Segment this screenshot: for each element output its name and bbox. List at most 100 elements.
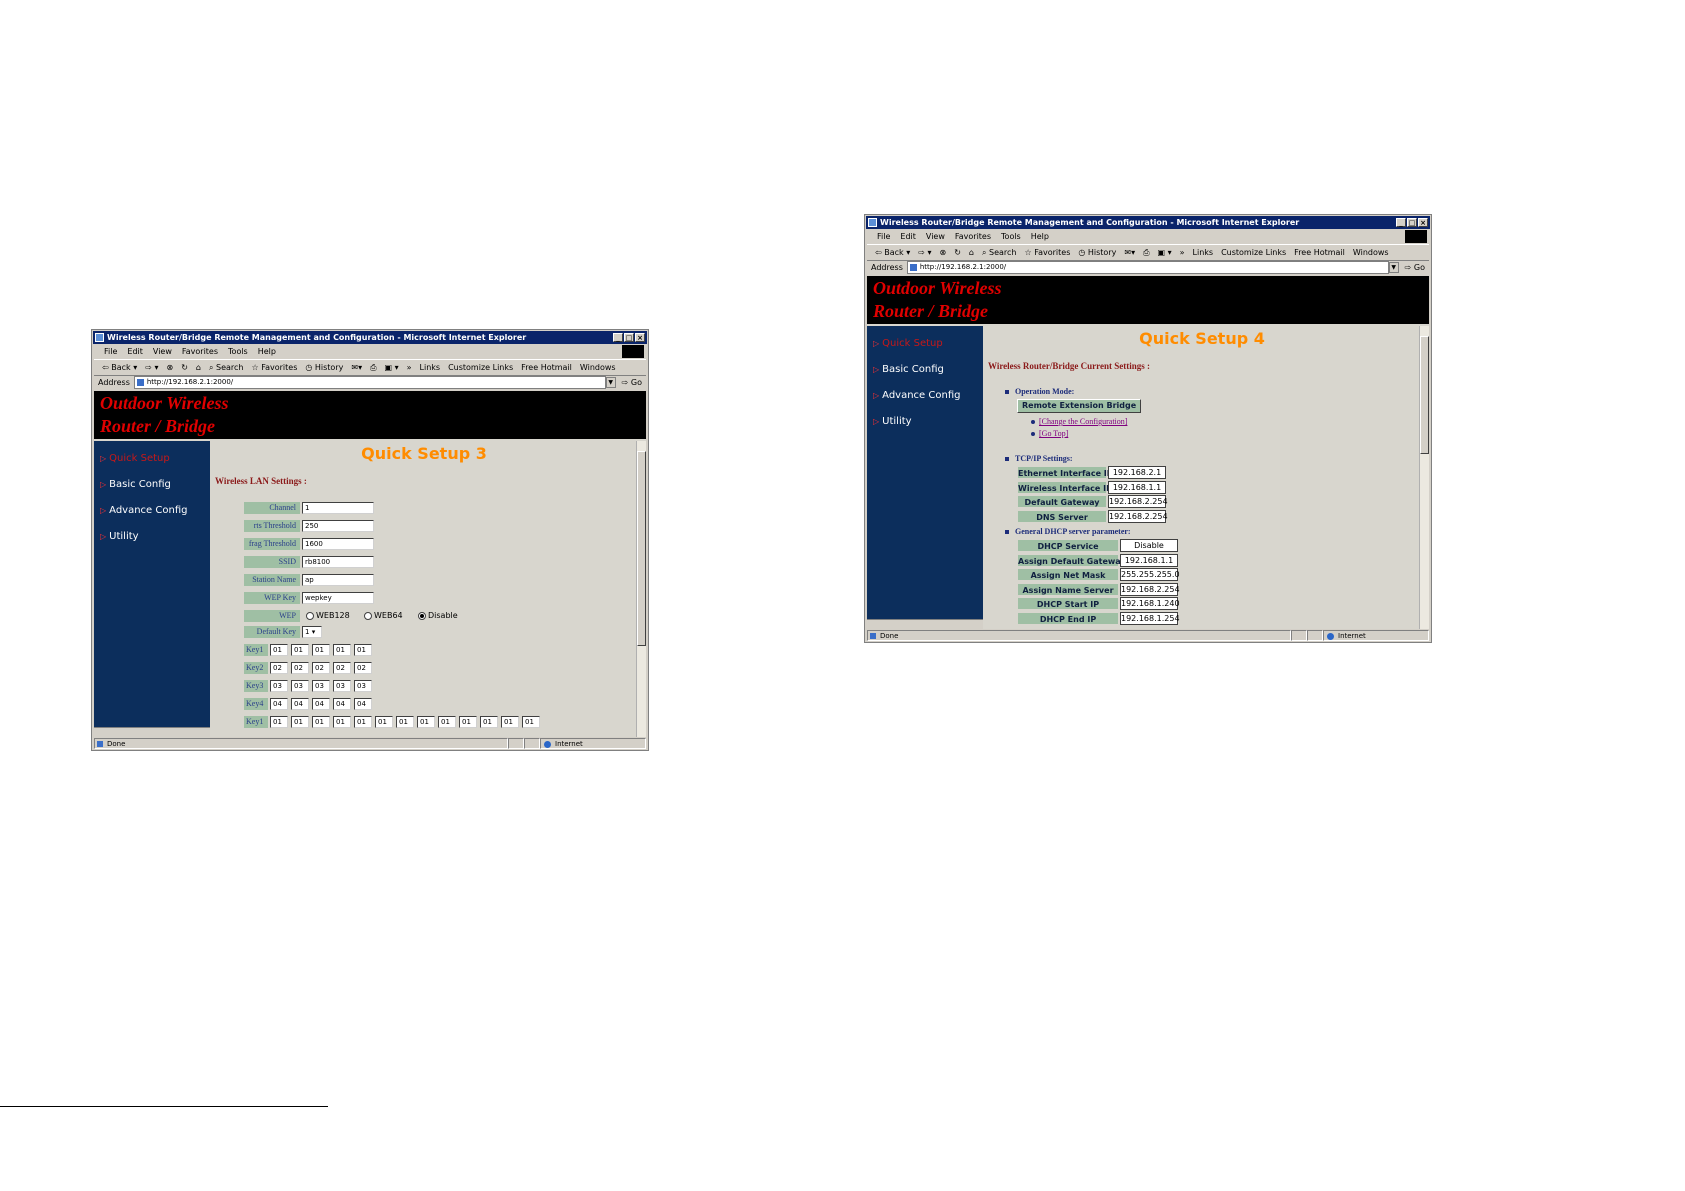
- vertical-scrollbar[interactable]: [1419, 326, 1429, 629]
- nav-utility[interactable]: ▷ Utility: [873, 416, 912, 427]
- refresh-icon[interactable]: ↻: [181, 363, 188, 372]
- key3-byte-input[interactable]: 03: [270, 680, 288, 692]
- favorites-button[interactable]: ☆ Favorites: [1025, 248, 1071, 257]
- station-name-input[interactable]: ap: [302, 574, 374, 586]
- key1-long-byte-input[interactable]: 01: [291, 716, 309, 728]
- back-button[interactable]: ⇦ Back ▾: [102, 363, 137, 372]
- link-windows[interactable]: Windows: [1353, 248, 1389, 257]
- key2-byte-input[interactable]: 02: [312, 662, 330, 674]
- close-icon[interactable]: ×: [635, 333, 645, 342]
- key1-long-byte-input[interactable]: 01: [501, 716, 519, 728]
- address-input[interactable]: http://192.168.2.1:2000/: [133, 375, 606, 389]
- maximize-icon[interactable]: □: [1407, 218, 1417, 227]
- stop-icon[interactable]: ⊗: [167, 363, 174, 372]
- radio-web64[interactable]: WEB64: [364, 611, 403, 620]
- back-button[interactable]: ⇦ Back ▾: [875, 248, 910, 257]
- key4-byte-input[interactable]: 04: [333, 698, 351, 710]
- menu-view[interactable]: View: [926, 232, 945, 241]
- channel-input[interactable]: 1: [302, 502, 374, 514]
- wep-key-input[interactable]: wepkey: [302, 592, 374, 604]
- mail-icon[interactable]: ✉▾: [1124, 248, 1135, 257]
- key1-byte-input[interactable]: 01: [291, 644, 309, 656]
- key1-long-byte-input[interactable]: 01: [396, 716, 414, 728]
- search-button[interactable]: ⌕ Search: [982, 248, 1017, 258]
- key2-byte-input[interactable]: 02: [270, 662, 288, 674]
- history-button[interactable]: ◷ History: [305, 363, 343, 372]
- print-icon[interactable]: ⎙: [370, 363, 376, 373]
- search-button[interactable]: ⌕ Search: [209, 363, 244, 373]
- nav-advance-config[interactable]: ▷ Advance Config: [100, 505, 187, 516]
- rts-threshold-input[interactable]: 250: [302, 520, 374, 532]
- chevron-more-icon[interactable]: »: [1180, 248, 1185, 257]
- key2-byte-input[interactable]: 02: [333, 662, 351, 674]
- key1-long-byte-input[interactable]: 01: [480, 716, 498, 728]
- menu-tools[interactable]: Tools: [228, 347, 248, 356]
- mail-icon[interactable]: ✉▾: [351, 363, 362, 372]
- menu-edit[interactable]: Edit: [900, 232, 916, 241]
- stop-icon[interactable]: ⊗: [940, 248, 947, 257]
- key2-byte-input[interactable]: 02: [354, 662, 372, 674]
- edit-icon[interactable]: ▣ ▾: [384, 363, 398, 372]
- nav-advance-config[interactable]: ▷ Advance Config: [873, 390, 960, 401]
- nav-utility[interactable]: ▷ Utility: [100, 531, 139, 542]
- key3-byte-input[interactable]: 03: [312, 680, 330, 692]
- key1-long-byte-input[interactable]: 01: [417, 716, 435, 728]
- key1-long-byte-input[interactable]: 01: [270, 716, 288, 728]
- frag-threshold-input[interactable]: 1600: [302, 538, 374, 550]
- address-dropdown-icon[interactable]: ▼: [605, 376, 616, 388]
- menu-file[interactable]: File: [104, 347, 117, 356]
- close-icon[interactable]: ×: [1418, 218, 1428, 227]
- edit-icon[interactable]: ▣ ▾: [1157, 248, 1171, 257]
- nav-quick-setup[interactable]: ▷ Quick Setup: [873, 338, 943, 349]
- key1-long-byte-input[interactable]: 01: [375, 716, 393, 728]
- menu-help[interactable]: Help: [258, 347, 276, 356]
- nav-quick-setup[interactable]: ▷ Quick Setup: [100, 453, 170, 464]
- home-icon[interactable]: ⌂: [196, 363, 201, 372]
- menu-view[interactable]: View: [153, 347, 172, 356]
- ssid-input[interactable]: rb8100: [302, 556, 374, 568]
- go-button[interactable]: ⇨ Go: [622, 378, 642, 387]
- menu-favorites[interactable]: Favorites: [182, 347, 218, 356]
- minimize-icon[interactable]: _: [613, 333, 623, 342]
- minimize-icon[interactable]: _: [1396, 218, 1406, 227]
- address-dropdown-icon[interactable]: ▼: [1388, 261, 1399, 273]
- maximize-icon[interactable]: □: [624, 333, 634, 342]
- nav-basic-config[interactable]: ▷ Basic Config: [100, 479, 171, 490]
- key1-long-byte-input[interactable]: 01: [522, 716, 540, 728]
- key3-byte-input[interactable]: 03: [354, 680, 372, 692]
- key1-long-byte-input[interactable]: 01: [459, 716, 477, 728]
- menu-edit[interactable]: Edit: [127, 347, 143, 356]
- print-icon[interactable]: ⎙: [1143, 248, 1149, 258]
- address-input[interactable]: http://192.168.2.1:2000/: [906, 260, 1389, 274]
- key3-byte-input[interactable]: 03: [333, 680, 351, 692]
- radio-web128[interactable]: WEB128: [306, 611, 350, 620]
- menu-help[interactable]: Help: [1031, 232, 1049, 241]
- key1-long-byte-input[interactable]: 01: [333, 716, 351, 728]
- link-go-top[interactable]: [Go Top]: [1031, 429, 1068, 438]
- favorites-button[interactable]: ☆ Favorites: [252, 363, 298, 372]
- menu-file[interactable]: File: [877, 232, 890, 241]
- key3-byte-input[interactable]: 03: [291, 680, 309, 692]
- chevron-more-icon[interactable]: »: [407, 363, 412, 372]
- link-free-hotmail[interactable]: Free Hotmail: [521, 363, 572, 372]
- scrollbar-thumb[interactable]: [637, 451, 646, 646]
- key4-byte-input[interactable]: 04: [270, 698, 288, 710]
- forward-icon[interactable]: ⇨ ▾: [918, 248, 931, 257]
- link-customize-links[interactable]: Customize Links: [448, 363, 513, 372]
- key1-byte-input[interactable]: 01: [312, 644, 330, 656]
- link-change-configuration[interactable]: [Change the Configuration]: [1031, 417, 1127, 426]
- key4-byte-input[interactable]: 04: [312, 698, 330, 710]
- refresh-icon[interactable]: ↻: [954, 248, 961, 257]
- key1-long-byte-input[interactable]: 01: [312, 716, 330, 728]
- key1-long-byte-input[interactable]: 01: [438, 716, 456, 728]
- link-windows[interactable]: Windows: [580, 363, 616, 372]
- radio-disable[interactable]: Disable: [418, 611, 458, 620]
- nav-horizontal-scrollbar[interactable]: [867, 619, 983, 629]
- default-key-select[interactable]: 1 ▾: [302, 626, 322, 638]
- key1-byte-input[interactable]: 01: [270, 644, 288, 656]
- nav-basic-config[interactable]: ▷ Basic Config: [873, 364, 944, 375]
- home-icon[interactable]: ⌂: [969, 248, 974, 257]
- scrollbar-thumb[interactable]: [1420, 336, 1429, 454]
- key1-long-byte-input[interactable]: 01: [354, 716, 372, 728]
- menu-tools[interactable]: Tools: [1001, 232, 1021, 241]
